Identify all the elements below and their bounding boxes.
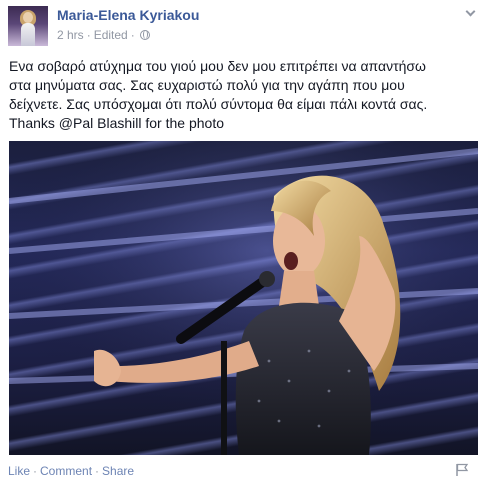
singer-photo-illustration — [9, 141, 478, 455]
post-photo[interactable] — [9, 141, 478, 455]
action-separator: · — [33, 464, 38, 478]
flag-icon[interactable] — [455, 463, 469, 477]
meta-separator: · — [130, 28, 135, 42]
share-link[interactable]: Share — [102, 464, 134, 478]
post-text-line: Ενα σοβαρό ατύχημα του γιού μου δεν μου … — [9, 58, 426, 74]
avatar-dress — [21, 23, 35, 46]
post-text: Ενα σοβαρό ατύχημα του γιού μου δεν μου … — [9, 57, 477, 133]
avatar-face — [23, 12, 33, 23]
edited-label[interactable]: Edited — [94, 28, 128, 42]
post-text-line: στα μηνύματα σας. Σας ευχαριστώ πολύ για… — [9, 77, 405, 93]
action-separator: · — [95, 464, 100, 478]
post-text-line: δείχνετε. Σας υπόσχομαι ότι πολύ σύντομα… — [9, 96, 428, 112]
chevron-down-icon[interactable] — [462, 6, 478, 20]
author-avatar[interactable] — [8, 6, 48, 46]
post-meta: 2 hrs · Edited · — [57, 28, 150, 42]
meta-separator: · — [86, 28, 91, 42]
facebook-post: Maria-Elena Kyriakou 2 hrs · Edited · Εν… — [0, 0, 488, 487]
author-name-link[interactable]: Maria-Elena Kyriakou — [57, 7, 199, 23]
comment-link[interactable]: Comment — [40, 464, 92, 478]
like-link[interactable]: Like — [8, 464, 30, 478]
post-text-line: Thanks @Pal Blashill for the photo — [9, 115, 224, 131]
post-actions: Like · Comment · Share — [8, 464, 134, 478]
post-timestamp[interactable]: 2 hrs — [57, 28, 84, 42]
globe-icon[interactable] — [139, 30, 150, 40]
